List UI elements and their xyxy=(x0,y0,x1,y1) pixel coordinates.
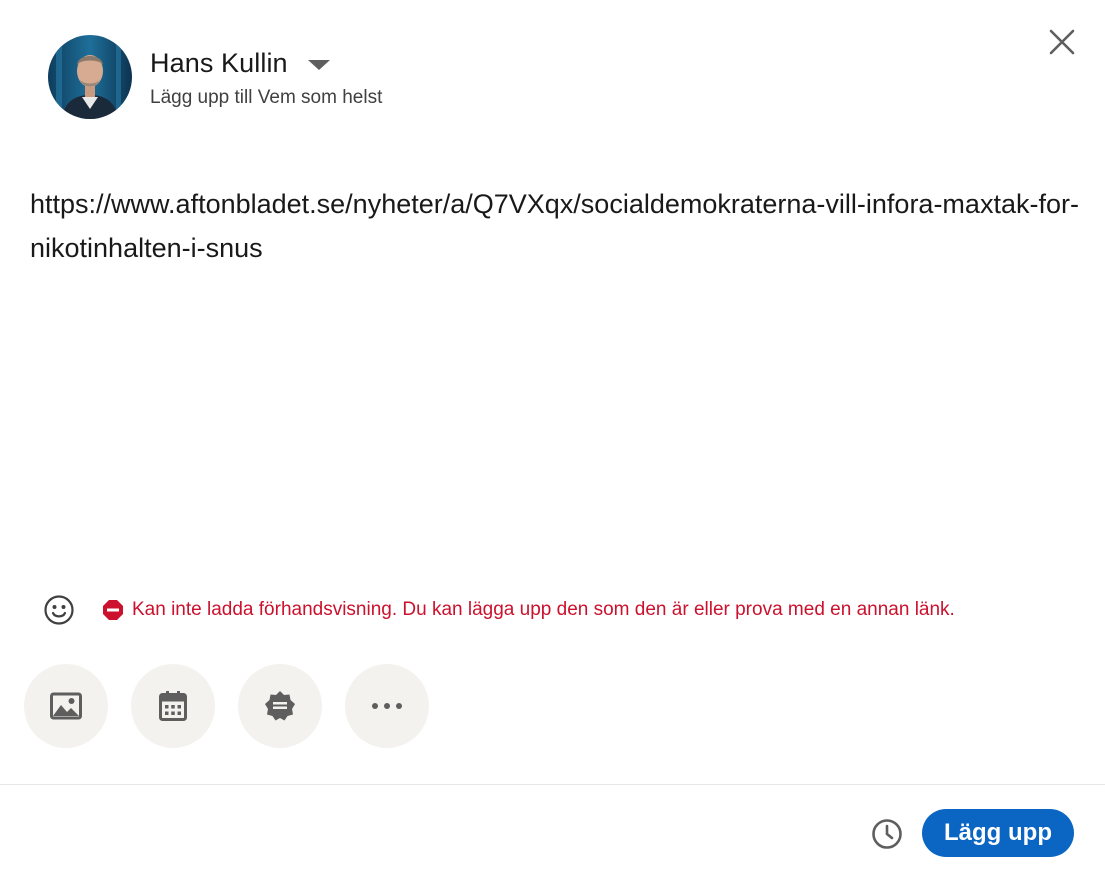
create-event-button[interactable] xyxy=(131,664,215,748)
badge-icon xyxy=(265,691,295,721)
audience-label: Lägg upp till Vem som helst xyxy=(150,87,383,108)
more-options-button[interactable] xyxy=(345,664,429,748)
link-preview-error: Kan inte ladda förhandsvisning. Du kan l… xyxy=(102,599,955,621)
error-icon xyxy=(103,600,123,620)
add-media-button[interactable] xyxy=(24,664,108,748)
author-name: Hans Kullin xyxy=(150,47,288,78)
footer-divider xyxy=(0,784,1105,785)
post-button[interactable]: Lägg upp xyxy=(922,809,1074,857)
smiley-icon xyxy=(44,595,74,625)
calendar-icon xyxy=(159,691,187,721)
post-composer-dialog: Hans Kullin Lägg upp till Vem som helst … xyxy=(0,0,1105,876)
image-icon xyxy=(50,692,82,720)
close-icon xyxy=(1049,29,1075,55)
post-text-editor[interactable]: https://www.aftonbladet.se/nyheter/a/Q7V… xyxy=(30,182,1080,270)
celebrate-occasion-button[interactable] xyxy=(238,664,322,748)
close-button[interactable] xyxy=(1040,20,1084,64)
error-message: Kan inte ladda förhandsvisning. Du kan l… xyxy=(132,599,955,620)
post-tools xyxy=(24,664,452,748)
schedule-post-button[interactable] xyxy=(868,815,906,853)
avatar xyxy=(48,35,132,119)
caret-down-icon xyxy=(307,59,330,70)
more-icon xyxy=(372,703,402,709)
emoji-button[interactable] xyxy=(42,593,76,627)
clock-icon xyxy=(872,819,902,849)
author-selector[interactable]: Hans Kullin Lägg upp till Vem som helst xyxy=(48,35,382,119)
